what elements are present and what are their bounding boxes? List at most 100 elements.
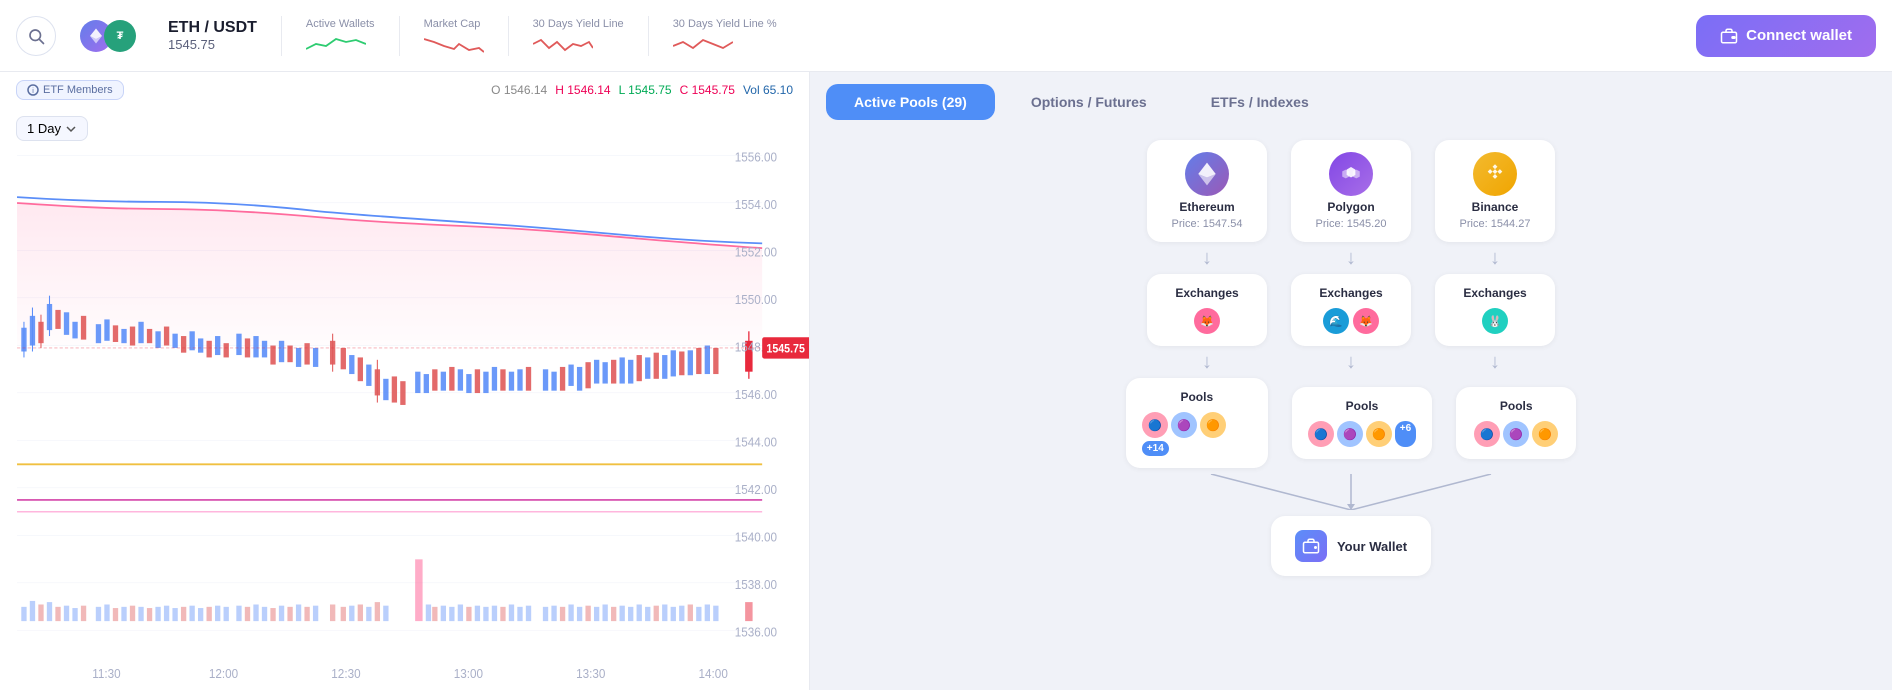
pool-icon-5: 🟣 bbox=[1337, 421, 1363, 447]
svg-text:1546.00: 1546.00 bbox=[735, 387, 777, 402]
market-cap-sparkline bbox=[424, 34, 484, 54]
timeframe-select[interactable]: 1 Day bbox=[16, 116, 88, 141]
arrow-row-2: ↓ ↓ ↓ bbox=[1147, 352, 1555, 372]
pair-price: 1545.75 bbox=[168, 37, 257, 52]
svg-text:11:30: 11:30 bbox=[92, 667, 120, 682]
svg-text:13:00: 13:00 bbox=[454, 667, 483, 682]
ethereum-icon bbox=[1185, 152, 1229, 196]
divider-4 bbox=[648, 16, 649, 56]
pools-card-poly: Pools 🔵 🟣 🟠 +6 bbox=[1292, 387, 1432, 459]
arrow-down-ex1: ↓ bbox=[1202, 352, 1212, 372]
stat-market-cap-label: Market Cap bbox=[424, 18, 481, 30]
polygon-price: Price: 1545.20 bbox=[1316, 218, 1387, 230]
arrow-row-1: ↓ ↓ ↓ bbox=[1147, 248, 1555, 268]
svg-text:1536.00: 1536.00 bbox=[735, 625, 777, 640]
exchange-eth-label: Exchanges bbox=[1175, 286, 1238, 300]
divider-3 bbox=[508, 16, 509, 56]
exchange-poly-label: Exchanges bbox=[1319, 286, 1382, 300]
yield-pct-sparkline bbox=[673, 34, 733, 54]
chain-card-ethereum: Ethereum Price: 1547.54 bbox=[1147, 140, 1267, 242]
pool-icon-2: 🟣 bbox=[1171, 412, 1197, 438]
pool-icon-6: 🟠 bbox=[1366, 421, 1392, 447]
pool-icon-4: 🔵 bbox=[1308, 421, 1334, 447]
etf-badge-label: ETF Members bbox=[43, 84, 113, 96]
yield-line-sparkline bbox=[533, 34, 593, 54]
tab-etfs-indexes[interactable]: ETFs / Indexes bbox=[1183, 84, 1337, 120]
svg-text:12:30: 12:30 bbox=[331, 667, 360, 682]
wallet-btn-icon bbox=[1720, 27, 1738, 45]
pool-bnb-icons: 🔵 🟣 🟠 bbox=[1474, 421, 1558, 447]
pools-eth-badge: +14 bbox=[1142, 441, 1169, 456]
wallet-row: Your Wallet bbox=[1271, 516, 1431, 576]
timeframe-chevron bbox=[65, 123, 77, 135]
binance-icon bbox=[1473, 152, 1517, 196]
tab-active-pools[interactable]: Active Pools (29) bbox=[826, 84, 995, 120]
svg-text:1542.00: 1542.00 bbox=[735, 482, 777, 497]
tab-options-futures[interactable]: Options / Futures bbox=[1003, 84, 1175, 120]
wallet-card-label: Your Wallet bbox=[1337, 539, 1407, 554]
exchange-card-bnb: Exchanges 🐰 bbox=[1435, 274, 1555, 346]
exchange-eth-icons: 🦊 bbox=[1194, 308, 1220, 334]
ohlc-vol: Vol 65.10 bbox=[743, 83, 793, 97]
search-button[interactable] bbox=[16, 16, 56, 56]
chart-header: i ETF Members O 1546.14 H 1546.14 L 1545… bbox=[0, 72, 809, 108]
top-bar: ₮ ETH / USDT 1545.75 Active Wallets Mark… bbox=[0, 0, 1892, 72]
main-content: i ETF Members O 1546.14 H 1546.14 L 1545… bbox=[0, 72, 1892, 690]
pool-icon-9: 🟠 bbox=[1532, 421, 1558, 447]
ohlc-h: H 1546.14 bbox=[555, 83, 610, 97]
arrow-down-poly: ↓ bbox=[1346, 248, 1356, 268]
chain-card-binance: Binance Price: 1544.27 bbox=[1435, 140, 1555, 242]
timeframe-label: 1 Day bbox=[27, 121, 61, 136]
svg-text:1544.00: 1544.00 bbox=[735, 435, 777, 450]
right-panel: Active Pools (29) Options / Futures ETFs… bbox=[810, 72, 1892, 690]
svg-text:1545.75: 1545.75 bbox=[766, 343, 804, 356]
stat-market-cap: Market Cap bbox=[424, 18, 484, 54]
exchange-icon-2: 🌊 bbox=[1323, 308, 1349, 334]
pools-poly-label: Pools bbox=[1346, 399, 1379, 413]
chart-panel: i ETF Members O 1546.14 H 1546.14 L 1545… bbox=[0, 72, 810, 690]
exchange-icon-4: 🐰 bbox=[1482, 308, 1508, 334]
svg-text:1538.00: 1538.00 bbox=[735, 577, 777, 592]
pool-poly-icons: 🔵 🟣 🟠 +6 bbox=[1308, 421, 1416, 447]
svg-text:1550.00: 1550.00 bbox=[735, 292, 777, 307]
divider-1 bbox=[281, 16, 282, 56]
arrow-down-eth: ↓ bbox=[1202, 248, 1212, 268]
arrow-down-ex2: ↓ bbox=[1346, 352, 1356, 372]
polygon-icon bbox=[1329, 152, 1373, 196]
pools-eth-label: Pools bbox=[1180, 390, 1213, 404]
chain-row: Ethereum Price: 1547.54 Polygon Price: 1… bbox=[1147, 140, 1555, 242]
pair-name: ETH / USDT bbox=[168, 19, 257, 37]
pair-logo: ₮ bbox=[80, 20, 136, 52]
pair-info: ETH / USDT 1545.75 bbox=[168, 19, 257, 52]
pool-icon-8: 🟣 bbox=[1503, 421, 1529, 447]
svg-text:1552.00: 1552.00 bbox=[735, 245, 777, 260]
stat-yield-line-label: 30 Days Yield Line bbox=[533, 18, 624, 30]
svg-text:1540.00: 1540.00 bbox=[735, 530, 777, 545]
connect-wallet-button[interactable]: Connect wallet bbox=[1696, 15, 1876, 57]
ethereum-price: Price: 1547.54 bbox=[1172, 218, 1243, 230]
arrow-down-ex3: ↓ bbox=[1490, 352, 1500, 372]
exchange-bnb-icons: 🐰 bbox=[1482, 308, 1508, 334]
svg-text:12:00: 12:00 bbox=[209, 667, 238, 682]
pool-icon-7: 🔵 bbox=[1474, 421, 1500, 447]
svg-text:13:30: 13:30 bbox=[576, 667, 605, 682]
stat-yield-line: 30 Days Yield Line bbox=[533, 18, 624, 54]
ohlc-o: O 1546.14 bbox=[491, 83, 547, 97]
pools-row: Pools 🔵 🟣 🟠 +14 Pools 🔵 🟣 🟠 bbox=[1126, 378, 1576, 468]
wallet-card-icon bbox=[1295, 530, 1327, 562]
ohlc-l: L 1545.75 bbox=[619, 83, 672, 97]
svg-text:1556.00: 1556.00 bbox=[735, 150, 777, 165]
connect-wallet-label: Connect wallet bbox=[1746, 27, 1852, 44]
polygon-label: Polygon bbox=[1327, 200, 1374, 214]
stat-active-wallets-label: Active Wallets bbox=[306, 18, 375, 30]
etf-badge-icon: i bbox=[27, 84, 39, 96]
chain-card-polygon: Polygon Price: 1545.20 bbox=[1291, 140, 1411, 242]
svg-text:14:00: 14:00 bbox=[699, 667, 728, 682]
chart-area: 1 Day bbox=[0, 108, 809, 690]
svg-text:i: i bbox=[32, 88, 34, 95]
exchange-card-poly: Exchanges 🌊 🦊 bbox=[1291, 274, 1411, 346]
pool-eth-icons: 🔵 🟣 🟠 +14 bbox=[1142, 412, 1252, 456]
exchange-poly-icons: 🌊 🦊 bbox=[1323, 308, 1379, 334]
ethereum-label: Ethereum bbox=[1179, 200, 1234, 214]
binance-price: Price: 1544.27 bbox=[1460, 218, 1531, 230]
